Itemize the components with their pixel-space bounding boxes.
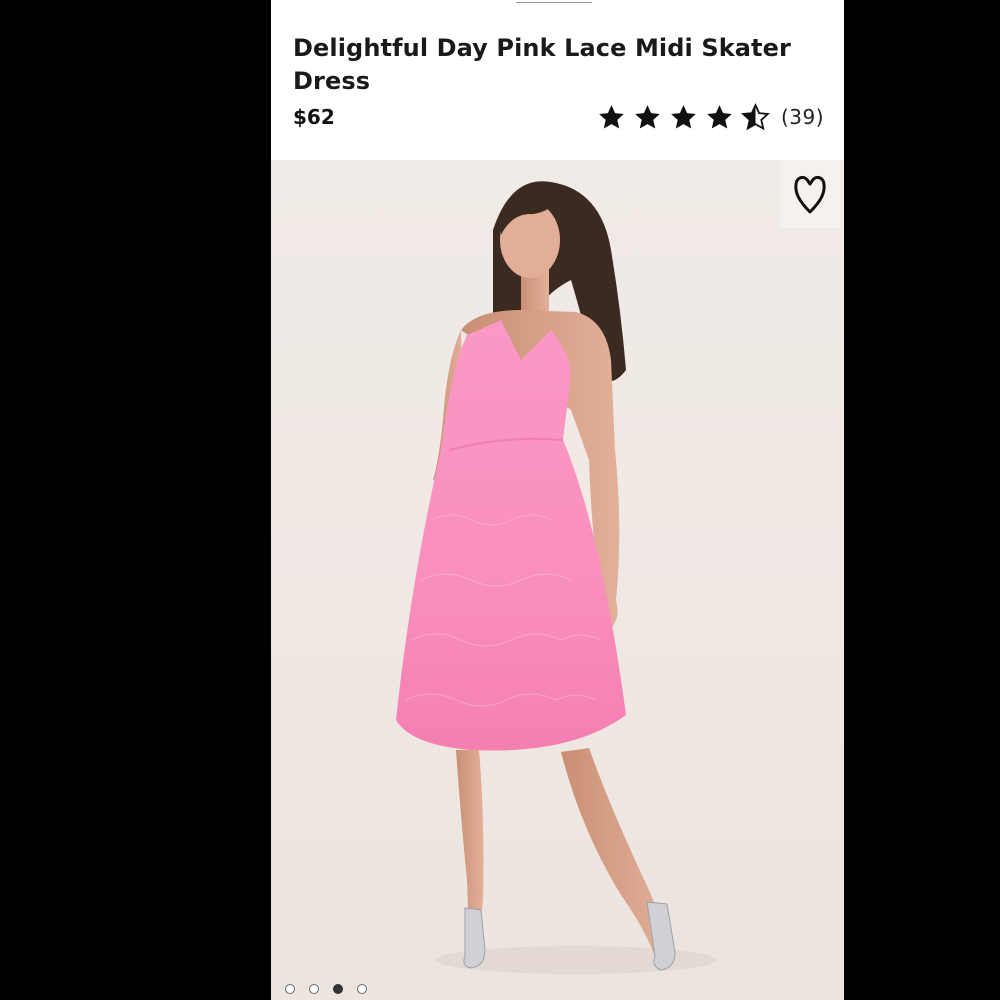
product-image[interactable] <box>271 160 844 1000</box>
rating-stars[interactable]: (39) <box>597 99 824 135</box>
model-photo <box>396 181 716 974</box>
carousel-dot[interactable] <box>285 984 295 994</box>
carousel-dot[interactable] <box>333 984 343 994</box>
star-icon <box>635 104 660 128</box>
top-scroll-edge <box>516 0 592 3</box>
carousel-dot[interactable] <box>357 984 367 994</box>
star-icon <box>671 104 696 128</box>
favorite-button[interactable] <box>780 160 840 228</box>
star-icon <box>599 104 624 128</box>
product-price: $62 <box>293 105 335 129</box>
star-half-icon <box>741 102 770 130</box>
carousel-dot[interactable] <box>309 984 319 994</box>
heart-outline-icon <box>794 175 826 214</box>
review-count[interactable]: (39) <box>781 105 824 129</box>
product-title: Delightful Day Pink Lace Midi Skater Dre… <box>293 34 791 95</box>
carousel-indicators <box>285 984 381 994</box>
star-icon <box>707 104 732 128</box>
product-screen: Delightful Day Pink Lace Midi Skater Dre… <box>271 0 844 1000</box>
